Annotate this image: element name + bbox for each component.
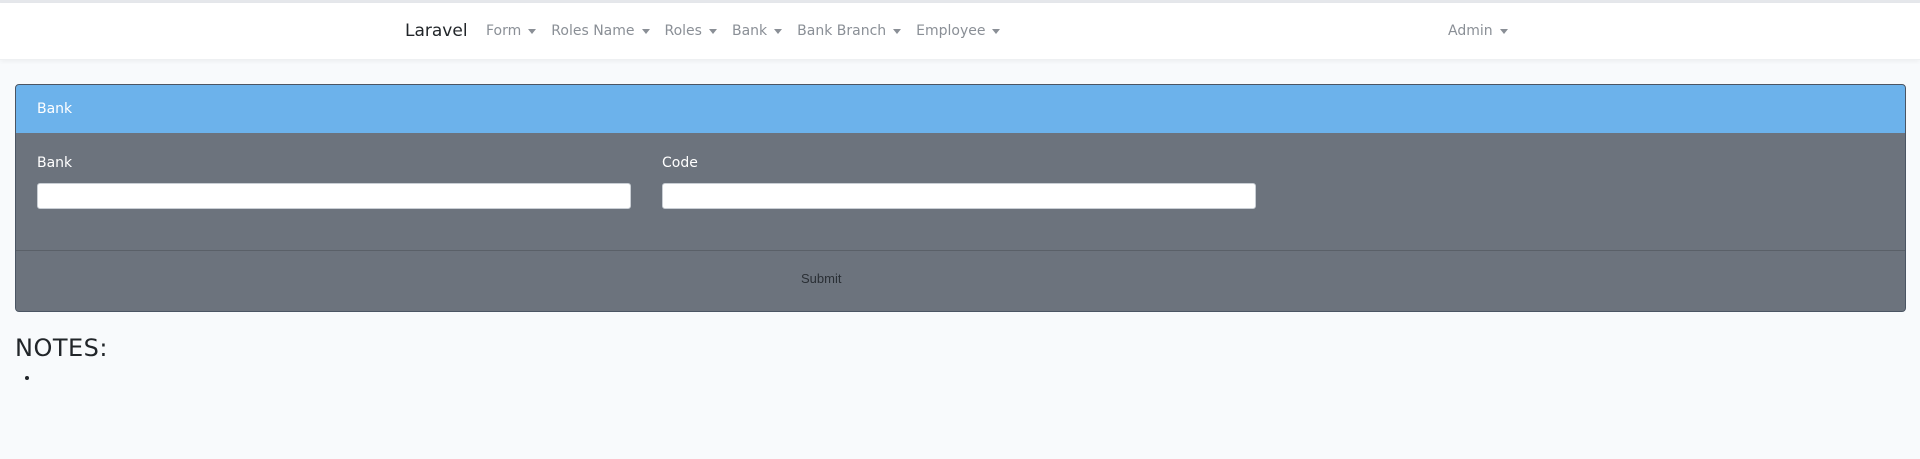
caret-down-icon bbox=[992, 28, 1001, 34]
nav-item-bank[interactable]: Bank bbox=[731, 23, 783, 39]
bank-form-card: Bank Bank Code Submit bbox=[15, 84, 1906, 312]
nav-item-bank-branch[interactable]: Bank Branch bbox=[797, 23, 902, 39]
caret-down-icon bbox=[708, 28, 717, 34]
nav-item-roles-name[interactable]: Roles Name bbox=[551, 23, 650, 39]
card-body: Bank Code bbox=[16, 133, 1905, 251]
notes-title: NOTES: bbox=[15, 334, 108, 362]
code-field-label: Code bbox=[662, 155, 698, 171]
user-menu-label: Admin bbox=[1448, 23, 1493, 39]
nav-item-label: Bank Branch bbox=[797, 23, 887, 39]
nav-menu: Form Roles Name Roles Bank Bank Branch E… bbox=[486, 23, 1001, 39]
nav-item-label: Roles Name bbox=[551, 23, 635, 39]
nav-item-label: Roles bbox=[664, 23, 702, 39]
caret-down-icon bbox=[641, 28, 650, 34]
card-header: Bank bbox=[16, 85, 1905, 133]
caret-down-icon bbox=[1499, 28, 1508, 34]
nav-item-label: Form bbox=[486, 23, 522, 39]
bank-field-label: Bank bbox=[37, 155, 73, 171]
nav-item-label: Bank bbox=[731, 23, 768, 39]
nav-item-employee[interactable]: Employee bbox=[916, 23, 1001, 39]
bank-input[interactable] bbox=[37, 183, 631, 209]
user-menu-admin[interactable]: Admin bbox=[1448, 23, 1508, 39]
nav-item-roles[interactable]: Roles bbox=[665, 23, 717, 39]
code-input[interactable] bbox=[662, 183, 1256, 209]
card-footer: Submit bbox=[16, 251, 1905, 311]
top-navbar: Laravel Form Roles Name Roles Bank Bank … bbox=[0, 3, 1920, 60]
navbar-inner: Laravel Form Roles Name Roles Bank Bank … bbox=[0, 3, 1920, 59]
notes-list bbox=[0, 370, 40, 386]
caret-down-icon bbox=[528, 28, 537, 34]
caret-down-icon bbox=[774, 28, 783, 34]
nav-item-label: Employee bbox=[916, 23, 986, 39]
brand-link[interactable]: Laravel bbox=[405, 21, 468, 41]
caret-down-icon bbox=[893, 28, 902, 34]
nav-item-form[interactable]: Form bbox=[486, 23, 537, 39]
submit-button[interactable]: Submit bbox=[801, 271, 841, 286]
